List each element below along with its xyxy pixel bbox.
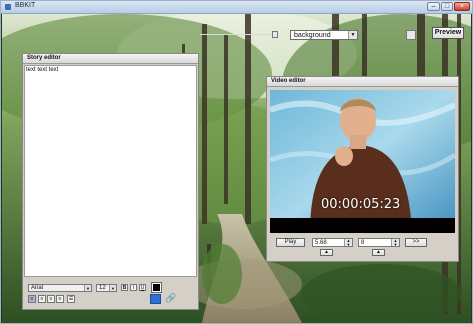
italic-button[interactable]: I	[130, 284, 137, 291]
insert-image-icon[interactable]	[150, 294, 161, 304]
spinner-arrows-icon: ▲ ▼	[344, 239, 352, 247]
window-title: BBKIT	[15, 2, 36, 9]
end-time-value: 8	[361, 240, 365, 246]
story-text-area[interactable]: text text text	[24, 65, 197, 277]
align-right-icon[interactable]: ≡	[47, 295, 55, 303]
background-select[interactable]: background ▼	[290, 30, 358, 40]
font-select[interactable]: Arial ▼	[28, 284, 92, 292]
chevron-down-icon: ▼	[109, 285, 116, 291]
chevron-down-icon: ▼	[348, 31, 357, 39]
align-justify-icon[interactable]: ≡	[56, 295, 64, 303]
chevron-down-icon: ▼	[84, 285, 91, 291]
background-select-value: background	[294, 32, 331, 39]
size-slider-thumb[interactable]	[272, 31, 278, 38]
minimize-button[interactable]: –	[427, 2, 440, 11]
story-editor-title: Story editor	[23, 54, 198, 64]
app-icon	[5, 4, 11, 10]
bold-button[interactable]: B	[121, 284, 128, 291]
underline-button[interactable]: U	[139, 284, 146, 291]
maximize-button[interactable]: □	[441, 2, 453, 11]
align-center-icon[interactable]: ≡	[38, 295, 46, 303]
preview-button[interactable]: Preview	[432, 27, 464, 39]
set-start-button[interactable]: ▲	[320, 249, 333, 256]
spinner-arrows-icon: ▲ ▼	[391, 239, 399, 247]
font-size-value: 12	[99, 285, 106, 291]
play-button[interactable]: Play	[276, 238, 305, 247]
video-timecode: 00:00:05:23	[321, 197, 401, 212]
end-time-spinner[interactable]: 8 ▲ ▼	[358, 238, 400, 247]
app-window: BBKIT – □ × background ▼ Preview Story e…	[0, 0, 473, 324]
start-time-spinner[interactable]: 5.68 ▲ ▼	[312, 238, 353, 247]
align-left-icon[interactable]: ≡	[28, 295, 36, 303]
font-size-select[interactable]: 12 ▼	[96, 284, 117, 292]
close-button[interactable]: ×	[454, 2, 470, 11]
start-time-value: 5.68	[315, 240, 327, 246]
text-color-button[interactable]	[151, 282, 162, 293]
size-slider-track[interactable]	[200, 34, 279, 35]
next-button[interactable]: >>	[405, 238, 427, 247]
list-icon[interactable]: ☰	[67, 295, 75, 303]
video-editor-title: Video editor	[267, 77, 458, 87]
title-bar[interactable]: BBKIT – □ ×	[1, 1, 472, 14]
link-icon[interactable]: 🔗	[165, 293, 176, 304]
background-color-button[interactable]	[406, 30, 416, 40]
font-select-value: Arial	[31, 285, 44, 291]
set-end-button[interactable]: ▲	[372, 249, 385, 256]
